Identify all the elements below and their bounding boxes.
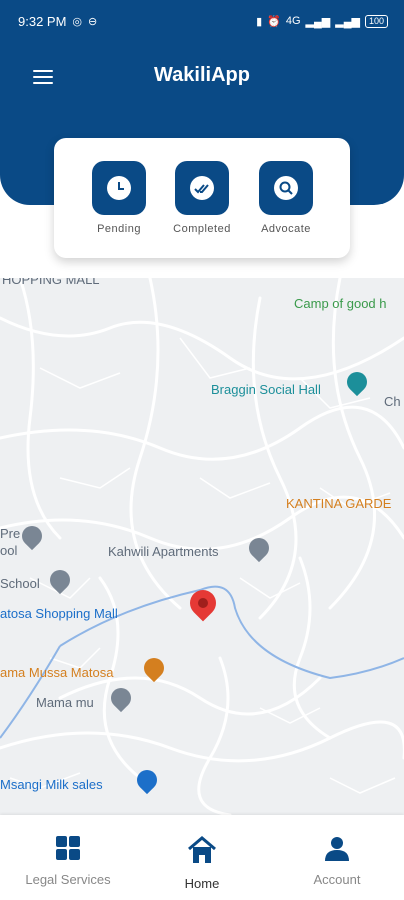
map-place-label: Mama mu [36, 695, 94, 710]
double-check-icon [175, 161, 229, 215]
network-label: 4G [285, 15, 301, 27]
clock-icon [92, 161, 146, 215]
map-place-label: Pre [0, 526, 21, 541]
advocate-label: Advocate [261, 223, 311, 235]
nav-legal-services[interactable]: Legal Services [8, 835, 128, 887]
map-place-label: Braggin Social Hall [211, 382, 321, 397]
map-place-label: Kahwili Apartments [108, 544, 219, 559]
nav-account[interactable]: Account [277, 835, 397, 887]
pending-action[interactable]: Pending [79, 161, 159, 235]
vibrate-icon: ▮ [256, 15, 263, 28]
battery: 100 [364, 14, 388, 28]
map-place-label: Ch [384, 394, 401, 409]
signal-icon: ▂▄▆ [305, 15, 331, 28]
pending-label: Pending [97, 223, 141, 235]
nav-home-label: Home [184, 876, 220, 891]
map-view[interactable]: HOPPING MALL Camp of good h Braggin Soci… [0, 278, 404, 815]
sync-icon: ⊖ [88, 15, 98, 28]
status-time: 9:32 PM [18, 13, 67, 29]
map-place-label: ama Mussa Matosa [0, 665, 114, 680]
nav-account-label: Account [313, 872, 361, 887]
home-icon [186, 835, 218, 870]
alarm-icon: ⏰ [267, 15, 281, 28]
grid-icon [55, 835, 81, 866]
map-place-label: Msangi Milk sales [0, 777, 103, 792]
signal-icon-2: ▂▄▆ [335, 15, 360, 28]
completed-label: Completed [173, 223, 231, 235]
map-place-label: Camp of good h [294, 296, 387, 311]
advocate-action[interactable]: Advocate [246, 161, 326, 235]
map-place-label: School [0, 576, 40, 591]
completed-action[interactable]: Completed [162, 161, 242, 235]
nav-legal-services-label: Legal Services [25, 872, 111, 887]
search-icon [259, 161, 313, 215]
nav-home[interactable]: Home [142, 835, 262, 891]
quick-actions-card: Pending Completed Advocate [54, 138, 350, 258]
map-place-label: KANTINA GARDE [286, 496, 392, 511]
status-bar: 9:32 PM ◎ ⊖ ▮ ⏰ 4G ▂▄▆ ▂▄▆ 100 [18, 12, 388, 30]
map-place-label: atosa Shopping Mall [0, 606, 118, 621]
map-place-label: ool [0, 543, 18, 558]
page-title: WakiliApp [154, 64, 250, 86]
whatsapp-icon: ◎ [72, 15, 83, 28]
map-place-label: HOPPING MALL [2, 278, 100, 287]
bottom-navigation: Legal Services Home Account [0, 815, 404, 900]
person-icon [324, 835, 350, 866]
